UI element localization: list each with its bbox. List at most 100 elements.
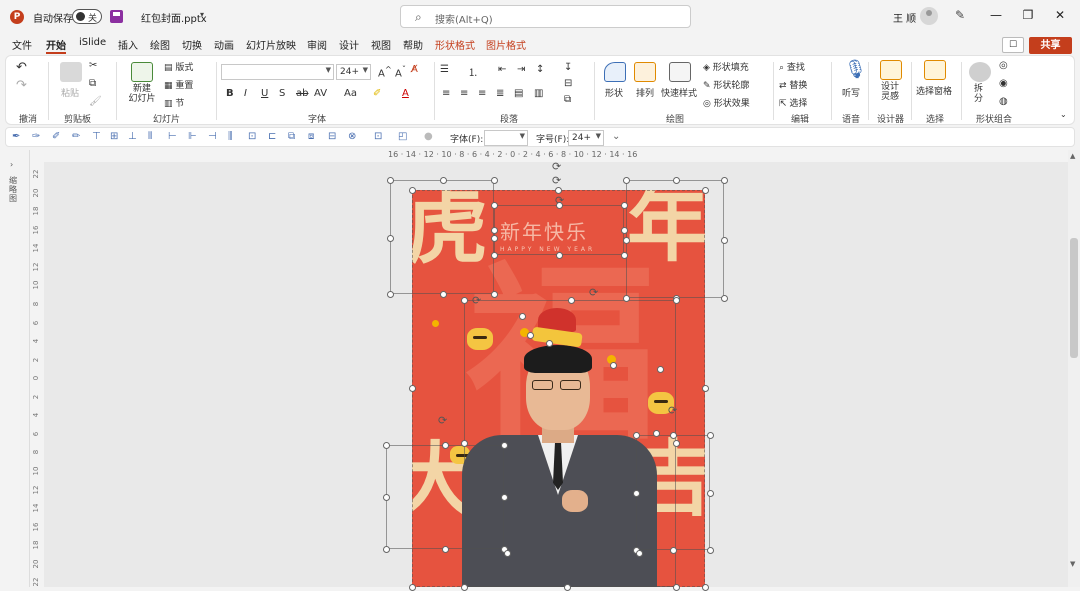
resize-handle[interactable]	[555, 187, 562, 194]
resize-handle[interactable]	[409, 385, 416, 392]
line-spacing-icon[interactable]: ↕	[536, 64, 544, 75]
layout-button[interactable]: ▤ 版式	[164, 60, 193, 73]
italic-icon[interactable]: I	[244, 88, 247, 99]
increase-indent-icon[interactable]: ⇥	[517, 64, 525, 75]
brush-icon[interactable]: ✏	[72, 131, 80, 142]
resize-handle[interactable]	[501, 494, 508, 501]
pen-tool-icon[interactable]: ✐	[52, 131, 60, 142]
resize-handle[interactable]	[409, 584, 416, 591]
rotate-handle-icon[interactable]: ⟳	[668, 404, 677, 417]
tab-design[interactable]: 设计	[339, 37, 359, 52]
clear-format-icon[interactable]: A̸	[411, 64, 418, 75]
resize-handle[interactable]	[527, 332, 534, 339]
resize-handle[interactable]	[387, 291, 394, 298]
tab-animations[interactable]: 动画	[214, 37, 234, 52]
tab-draw[interactable]: 绘图	[150, 37, 170, 52]
design-ideas-icon[interactable]	[880, 60, 902, 80]
minimize-button[interactable]: —	[986, 8, 1006, 22]
color-icon[interactable]: ●	[424, 131, 433, 142]
resize-handle[interactable]	[636, 550, 643, 557]
align-middle-icon[interactable]: ⊞	[110, 131, 118, 142]
rotate-handle-icon[interactable]: ⟳	[552, 160, 561, 173]
chevron-right-icon[interactable]: ›	[10, 160, 13, 169]
format-painter-icon[interactable]: 🖌	[89, 96, 102, 107]
resize-handle[interactable]	[491, 291, 498, 298]
decrease-font-icon[interactable]: Aˇ	[395, 64, 406, 79]
resize-handle[interactable]	[383, 494, 390, 501]
tab-shape-format[interactable]: 形状格式	[435, 37, 475, 52]
shadow-icon[interactable]: S	[279, 88, 285, 99]
close-button[interactable]: ✕	[1050, 8, 1070, 22]
rotate-handle-icon[interactable]: ⟳	[589, 286, 598, 299]
align-top-icon[interactable]: ⊤	[92, 131, 101, 142]
decrease-indent-icon[interactable]: ⇤	[498, 64, 506, 75]
tab-file[interactable]: 文件	[12, 37, 32, 52]
selection-pane-icon[interactable]	[924, 60, 946, 80]
resize-handle[interactable]	[546, 340, 553, 347]
bullets-icon[interactable]: ☰	[440, 64, 449, 75]
smartart-icon[interactable]: ⧉	[564, 94, 571, 105]
eyedropper-icon[interactable]: ✑	[32, 131, 40, 142]
file-name[interactable]: 红包封面.pptx	[141, 10, 207, 25]
resize-handle[interactable]	[491, 177, 498, 184]
resize-handle[interactable]	[670, 432, 677, 439]
tab-view[interactable]: 视图	[371, 37, 391, 52]
resize-handle[interactable]	[621, 227, 628, 234]
strikethrough-icon[interactable]: ab	[296, 88, 308, 99]
justify-icon[interactable]: ≣	[496, 88, 504, 99]
resize-handle[interactable]	[702, 385, 709, 392]
resize-handle[interactable]	[387, 235, 394, 242]
resize-handle[interactable]	[721, 295, 728, 302]
customize-icon[interactable]: ⌄	[612, 131, 620, 142]
resize-handle[interactable]	[707, 432, 714, 439]
tab-islide[interactable]: iSlide	[79, 37, 106, 48]
find-button[interactable]: ⌕ 查找	[779, 60, 805, 73]
font-select[interactable]: ▼	[484, 130, 528, 146]
bold-icon[interactable]: B	[226, 88, 234, 99]
redo-icon[interactable]: ↷	[16, 78, 27, 93]
align-right-obj-icon[interactable]: ⊣	[208, 131, 217, 142]
distributed-icon[interactable]: ▤	[514, 88, 523, 99]
intersect-icon[interactable]: ◍	[999, 96, 1008, 107]
resize-handle[interactable]	[721, 177, 728, 184]
save-icon[interactable]	[110, 10, 123, 23]
rotate-handle-icon[interactable]: ⟳	[552, 174, 561, 187]
resize-handle[interactable]	[702, 584, 709, 591]
ink-icon[interactable]: ✒	[12, 131, 20, 142]
search-input[interactable]: ⌕ 搜索(Alt+Q)	[400, 5, 691, 28]
avatar[interactable]	[920, 7, 938, 25]
tab-transitions[interactable]: 切换	[182, 37, 202, 52]
shapes-icon[interactable]	[604, 62, 626, 82]
resize-handle[interactable]	[657, 366, 664, 373]
shapes-label[interactable]: 形状	[605, 86, 623, 99]
section-button[interactable]: ▥ 节	[164, 96, 184, 109]
text-direction-icon[interactable]: ↧	[564, 62, 572, 73]
union-icon[interactable]: ◎	[999, 60, 1008, 71]
microphone-icon[interactable]: 🎙	[844, 59, 867, 80]
font-family-select[interactable]: ▼	[221, 64, 334, 80]
shape-outline-button[interactable]: ✎ 形状轮廓	[703, 78, 749, 91]
resize-handle[interactable]	[383, 442, 390, 449]
scroll-down-icon[interactable]: ▼	[1070, 560, 1075, 568]
resize-handle[interactable]	[409, 187, 416, 194]
resize-handle[interactable]	[568, 297, 575, 304]
resize-handle[interactable]	[491, 235, 498, 242]
resize-handle[interactable]	[387, 177, 394, 184]
shape-effects-button[interactable]: ◎ 形状效果	[703, 96, 750, 109]
resize-handle[interactable]	[442, 442, 449, 449]
layer-icon[interactable]: ⊟	[328, 131, 336, 142]
quick-styles-label[interactable]: 快速样式	[661, 86, 697, 99]
pen-icon[interactable]: ✎	[955, 8, 965, 22]
resize-handle[interactable]	[610, 362, 617, 369]
textbox-icon[interactable]: ⊡	[374, 131, 382, 142]
shape-fill-button[interactable]: ◈ 形状填充	[703, 60, 749, 73]
resize-handle[interactable]	[653, 430, 660, 437]
resize-handle[interactable]	[673, 440, 680, 447]
comment-icon[interactable]: ☐	[1002, 37, 1024, 53]
resize-handle[interactable]	[383, 546, 390, 553]
paste-icon[interactable]	[60, 62, 82, 82]
resize-handle[interactable]	[623, 237, 630, 244]
align-center-icon[interactable]: ≡	[460, 88, 468, 99]
new-slide-icon[interactable]	[131, 62, 153, 82]
undo-icon[interactable]: ↶	[16, 60, 27, 75]
